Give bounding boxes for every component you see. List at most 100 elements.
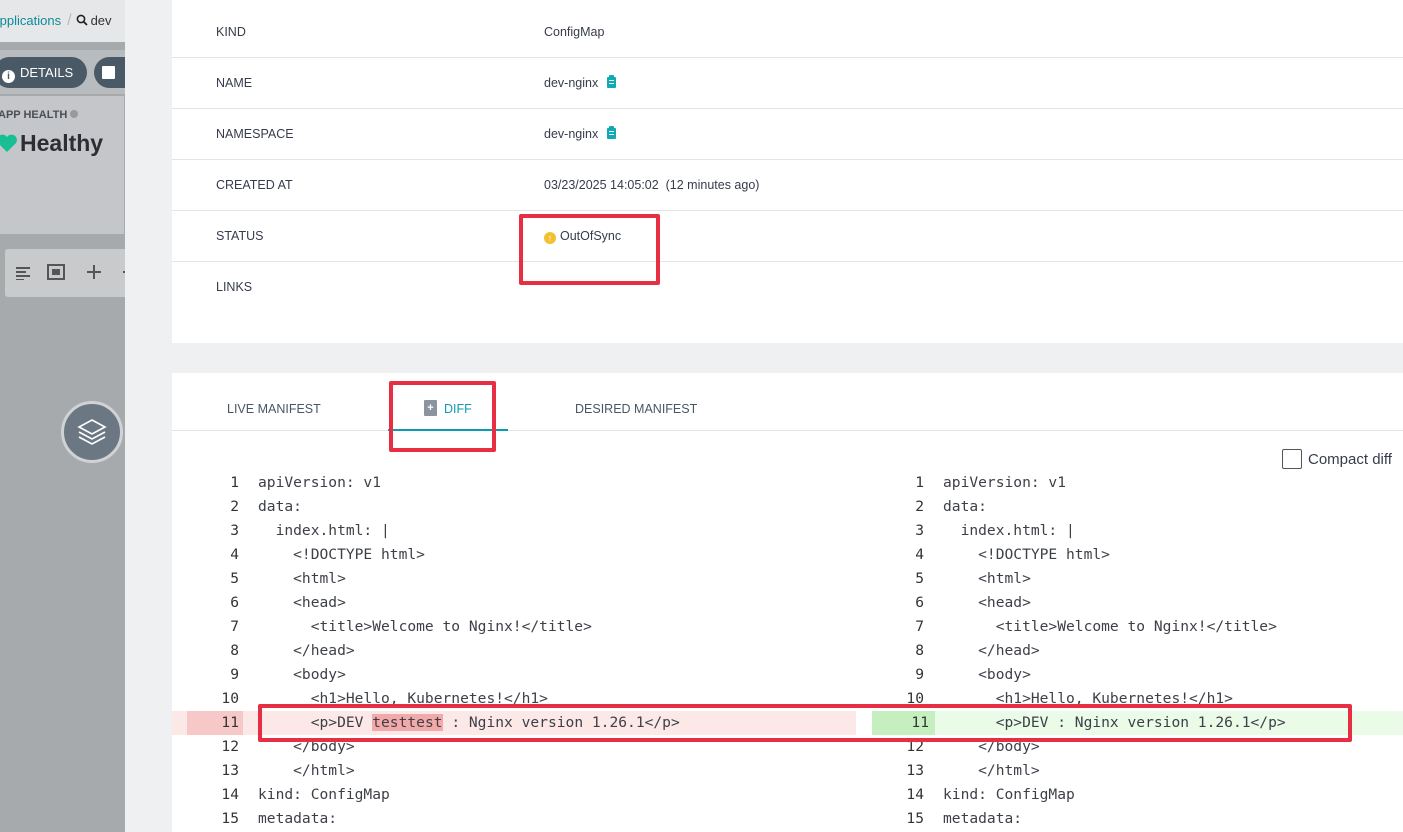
details-button[interactable]: i DETAILS <box>0 57 88 88</box>
code-text: metadata: <box>943 810 1023 827</box>
diff-line: 9 <body> <box>872 663 1403 687</box>
background-button-row: i DETAILS <box>0 50 125 94</box>
namespace-value-wrap: dev-nginx <box>544 109 617 159</box>
image-view-icon[interactable] <box>47 264 65 280</box>
diff-live-side: 1 apiVersion: v1 2 data: 3 index.html: | 4 <!… <box>172 471 856 832</box>
code-text: <!DOCTYPE html> <box>258 546 425 563</box>
code-text: data: <box>943 498 987 515</box>
line-number: 9 <box>915 666 924 683</box>
line-number: 8 <box>915 642 924 659</box>
diff-line: 14 kind: ConfigMap <box>872 783 1403 807</box>
kind-value: ConfigMap <box>544 25 605 39</box>
line-number: 7 <box>230 618 239 635</box>
line-number: 5 <box>915 570 924 587</box>
line-number: 10 <box>906 690 924 707</box>
line-number: 11 <box>872 711 935 735</box>
code-text: <body> <box>258 666 346 683</box>
code-text: </html> <box>943 762 1040 779</box>
diff-line: 8 </head> <box>172 639 856 663</box>
out-of-sync-icon: ↑ <box>544 232 556 244</box>
diff-line: 10 <h1>Hello, Kubernetes!</h1> <box>872 687 1403 711</box>
breadcrumb-search-label: dev <box>90 13 112 28</box>
code-text: </html> <box>258 762 355 779</box>
line-number: 15 <box>221 810 239 827</box>
compact-diff-label: Compact diff <box>1308 451 1392 468</box>
diff-line: 6 <head> <box>872 591 1403 615</box>
diff-line: 14 kind: ConfigMap <box>172 783 856 807</box>
breadcrumb-separator: / <box>67 12 72 29</box>
diff-line: 12 </body> <box>872 735 1403 759</box>
diff-button[interactable] <box>94 57 125 88</box>
diff-line: 15 metadata: <box>872 807 1403 831</box>
diff-line: 13 </html> <box>172 759 856 783</box>
property-row-status: STATUS ↑ OutOfSync <box>172 211 1403 262</box>
line-number: 12 <box>906 738 924 755</box>
line-number: 15 <box>906 810 924 827</box>
search-icon <box>76 14 88 26</box>
info-icon: i <box>2 70 15 83</box>
breadcrumb-search[interactable]: dev <box>76 13 112 28</box>
resource-summary-card: KIND ConfigMap NAME dev-nginx NAMESPACE … <box>172 0 1403 343</box>
line-number: 1 <box>915 474 924 491</box>
clipboard-icon[interactable] <box>607 75 617 88</box>
line-number: 2 <box>915 498 924 515</box>
line-number: 1 <box>230 474 239 491</box>
clipboard-icon[interactable] <box>607 126 617 139</box>
tab-diff[interactable]: DIFF <box>388 373 508 431</box>
namespace-value: dev-nginx <box>544 127 599 141</box>
diff-line: 2 data: <box>872 495 1403 519</box>
line-number: 6 <box>915 594 924 611</box>
diff-line: 11 <p>DEV testtest : Nginx version 1.26.… <box>172 711 856 735</box>
code-text: </body> <box>943 738 1040 755</box>
app-health-value: Healthy <box>0 130 103 157</box>
code-segment: : Nginx version 1.26.1</p> <box>442 714 680 731</box>
manifest-tabs: LIVE MANIFEST DIFF DESIRED MANIFEST <box>172 373 1403 431</box>
details-button-label: DETAILS <box>20 65 74 80</box>
plus-icon[interactable] <box>87 265 101 279</box>
layers-icon <box>77 419 107 445</box>
property-row-name: NAME dev-nginx <box>172 58 1403 109</box>
status-label: STATUS <box>216 229 264 243</box>
app-health-label-text: APP HEALTH <box>0 109 68 121</box>
diff-line: 4 <!DOCTYPE html> <box>872 543 1403 567</box>
code-text: kind: ConfigMap <box>258 786 390 803</box>
app-node[interactable] <box>61 401 123 463</box>
code-text: index.html: | <box>258 522 390 539</box>
diff-line: 12 </body> <box>172 735 856 759</box>
app-health-label: APP HEALTH <box>0 109 79 121</box>
diff-line: 1 apiVersion: v1 <box>872 471 1403 495</box>
breadcrumb-applications-link[interactable]: Applications <box>0 13 61 28</box>
diff-line: 1 apiVersion: v1 <box>172 471 856 495</box>
code-text: <html> <box>943 570 1031 587</box>
line-number: 10 <box>221 690 239 707</box>
code-text: <!DOCTYPE html> <box>943 546 1110 563</box>
code-segment: <p>DEV <box>258 714 373 731</box>
diff-desired-side: 1 apiVersion: v1 2 data: 3 index.html: | 4 <!… <box>872 471 1403 832</box>
tab-desired-manifest[interactable]: DESIRED MANIFEST <box>575 373 697 431</box>
document-plus-icon <box>424 400 437 416</box>
help-icon <box>70 110 79 118</box>
heart-icon <box>0 134 17 152</box>
app-health-text: Healthy <box>20 130 104 156</box>
diff-line: 13 </html> <box>872 759 1403 783</box>
line-number: 3 <box>230 522 239 539</box>
resource-details-panel: KIND ConfigMap NAME dev-nginx NAMESPACE … <box>125 0 1403 832</box>
code-text: <title>Welcome to Nginx!</title> <box>943 618 1277 635</box>
manifest-card: LIVE MANIFEST DIFF DESIRED MANIFEST Comp… <box>172 373 1403 832</box>
tab-diff-label: DIFF <box>444 402 472 416</box>
tab-live-manifest[interactable]: LIVE MANIFEST <box>227 373 321 431</box>
code-text: <p>DEV testtest : Nginx version 1.26.1</… <box>258 711 680 735</box>
line-number: 9 <box>230 666 239 683</box>
diff-line: 6 <head> <box>172 591 856 615</box>
code-text: <head> <box>258 594 346 611</box>
diff-line: 8 </head> <box>872 639 1403 663</box>
code-text: <html> <box>258 570 346 587</box>
name-value-wrap: dev-nginx <box>544 58 617 108</box>
list-view-icon[interactable] <box>16 266 32 280</box>
removed-text-highlight: testtest <box>372 714 443 731</box>
compact-diff-checkbox[interactable] <box>1282 449 1302 469</box>
links-label: LINKS <box>216 280 253 294</box>
compact-diff-toggle[interactable]: Compact diff <box>1282 449 1392 471</box>
line-number: 2 <box>230 498 239 515</box>
code-text: </head> <box>943 642 1040 659</box>
